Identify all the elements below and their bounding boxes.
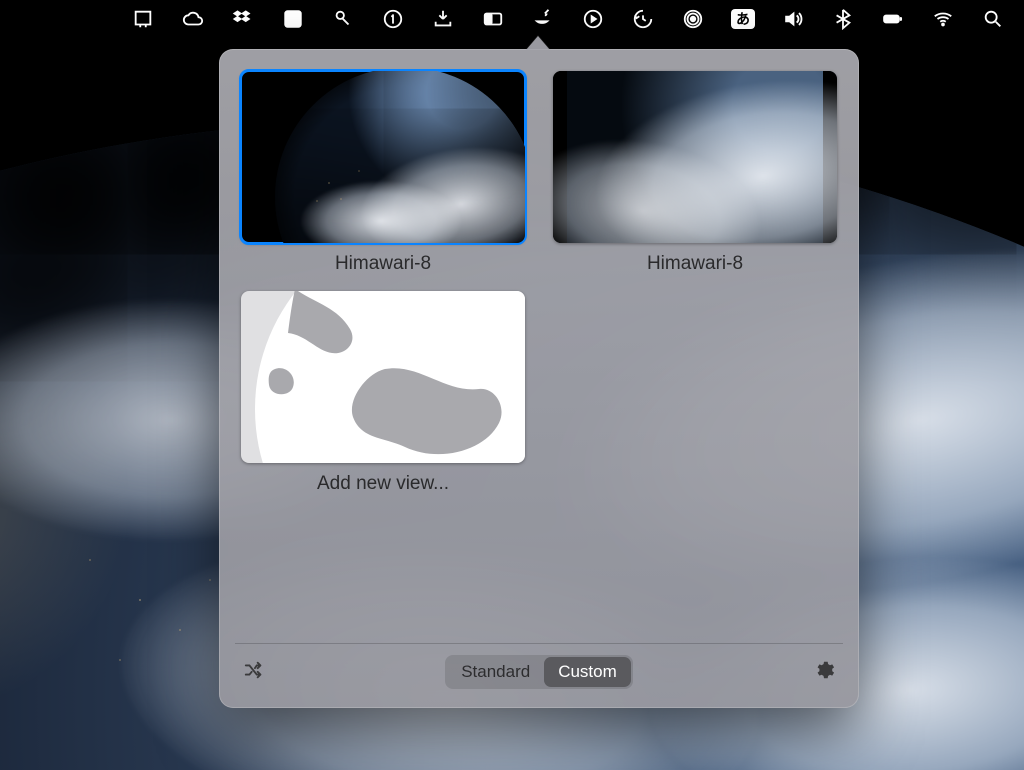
view-thumbnail	[241, 71, 525, 243]
prescription-icon[interactable]: ℞	[280, 6, 306, 32]
download-tray-icon[interactable]	[430, 6, 456, 32]
cloud-icon[interactable]	[180, 6, 206, 32]
add-view-thumbnail	[241, 291, 525, 463]
wifi-icon[interactable]	[930, 6, 956, 32]
view-tile-1[interactable]: Himawari-8	[239, 71, 527, 275]
segment-custom[interactable]: Custom	[544, 657, 631, 687]
time-machine-icon[interactable]	[630, 6, 656, 32]
views-grid: Himawari-8 Himawari-8 Add new view...	[239, 71, 839, 635]
onepassword-icon[interactable]	[380, 6, 406, 32]
volume-icon[interactable]	[780, 6, 806, 32]
view-tile-label: Himawari-8	[335, 253, 431, 275]
app-icon-generic[interactable]	[130, 6, 156, 32]
view-tile-label: Himawari-8	[647, 253, 743, 275]
mode-segmented-control: Standard Custom	[445, 655, 633, 689]
svg-text:℞: ℞	[288, 13, 299, 27]
popover-footer: Standard Custom	[239, 654, 839, 694]
view-thumbnail	[553, 71, 837, 243]
play-circle-icon[interactable]	[580, 6, 606, 32]
rectangle-icon[interactable]	[480, 6, 506, 32]
segment-standard[interactable]: Standard	[447, 657, 544, 687]
satellite-views-popover: Himawari-8 Himawari-8 Add new view... St…	[219, 49, 859, 708]
view-tile-2[interactable]: Himawari-8	[551, 71, 839, 275]
popover-caret	[526, 36, 550, 50]
menubar: ℞ あ	[0, 0, 1024, 38]
settings-button[interactable]	[813, 659, 835, 686]
airdrop-icon[interactable]	[680, 6, 706, 32]
divider	[235, 643, 843, 644]
add-view-label: Add new view...	[317, 473, 449, 495]
shuffle-button[interactable]	[243, 659, 265, 686]
dropbox-icon[interactable]	[230, 6, 256, 32]
key-icon[interactable]	[330, 6, 356, 32]
satellite-dish-icon[interactable]	[530, 6, 556, 32]
input-method-icon[interactable]: あ	[730, 6, 756, 32]
add-view-tile[interactable]: Add new view...	[239, 291, 527, 495]
spotlight-search-icon[interactable]	[980, 6, 1006, 32]
bluetooth-icon[interactable]	[830, 6, 856, 32]
battery-icon[interactable]	[880, 6, 906, 32]
